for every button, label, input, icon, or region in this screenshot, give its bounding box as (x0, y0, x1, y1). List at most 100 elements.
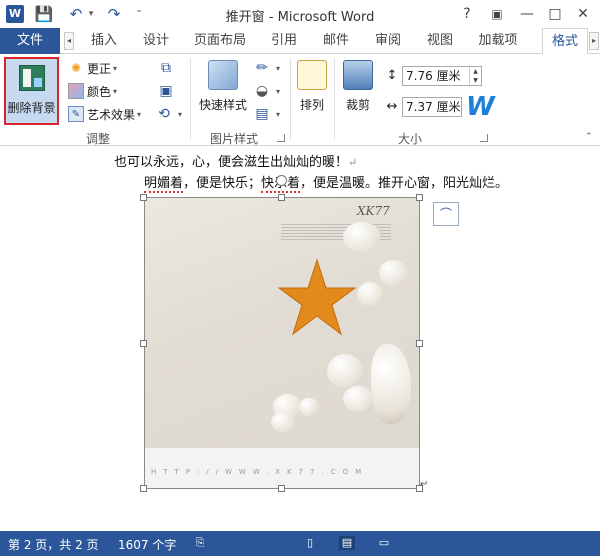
quick-styles-label: 快速样式 (198, 98, 247, 112)
status-bar: 第 2 页，共 2 页 1607 个字 ⎘ ▯ ▤ ▭ (0, 531, 600, 556)
dialog-launcher-icon[interactable] (480, 134, 488, 142)
picture-border-icon[interactable]: ✏ (252, 58, 272, 78)
document-line-2: 明媚着，便是快乐；快乐着，便是温暖。推开心窗，阳光灿烂。 (144, 172, 509, 193)
tab-references[interactable]: 引用 (266, 28, 302, 54)
tab-page-layout[interactable]: 页面布局 (188, 28, 252, 54)
tab-format[interactable]: 格式 (542, 28, 588, 55)
resize-handle[interactable] (140, 194, 147, 201)
resize-handle[interactable] (416, 340, 423, 347)
collapse-ribbon-icon[interactable]: ⌃ (585, 132, 593, 142)
undo-dropdown-icon[interactable]: ▾ (86, 4, 96, 24)
document-line-1-text: 也可以永远，心，便会滋生出灿灿的暖！ (114, 155, 349, 170)
group-separator (190, 58, 191, 140)
spelling-error-text[interactable]: 明媚着 (144, 176, 184, 193)
shape-height-field[interactable]: 7.76 厘米 ▲ ▼ (402, 66, 482, 86)
corrections-button[interactable]: ✺ 更正 ▾ (68, 58, 117, 78)
anchor-icon: ↵ (420, 479, 429, 490)
read-mode-icon[interactable]: ▯ (302, 536, 318, 550)
resize-handle[interactable] (278, 485, 285, 492)
tab-review[interactable]: 审阅 (370, 28, 406, 54)
shell-icon (357, 282, 383, 306)
picture-layout-icon[interactable]: ▤ (252, 104, 272, 124)
remove-background-button[interactable]: 删除背景 (4, 57, 59, 125)
word-count[interactable]: 1607 个字 (118, 536, 176, 553)
maximize-button[interactable]: □ (544, 4, 566, 24)
tab-view[interactable]: 视图 (422, 28, 458, 54)
selected-picture[interactable]: XK77 HTTP://WWW.XK77.COM (144, 197, 420, 489)
word-logo-icon[interactable]: W (6, 5, 24, 23)
tab-addins[interactable]: 加载项 (472, 28, 524, 54)
group-separator (290, 58, 291, 140)
corrections-label: 更正 (87, 61, 112, 76)
shell-icon (379, 260, 407, 286)
shape-width-value: 7.37 厘米 (406, 100, 461, 114)
artistic-effects-icon: ✎ (68, 106, 84, 122)
close-button[interactable]: ✕ (572, 4, 594, 24)
tab-insert[interactable]: 插入 (84, 28, 124, 54)
chevron-down-icon[interactable]: ▾ (276, 64, 280, 73)
crop-button[interactable]: 裁剪 (340, 60, 376, 126)
picture-effects-icon[interactable]: ◒ (252, 81, 272, 101)
resize-handle[interactable] (416, 194, 423, 201)
group-separator (334, 58, 335, 140)
picture-styles-group-label: 图片样式 (209, 132, 258, 146)
chevron-down-icon[interactable]: ▾ (178, 110, 182, 119)
help-button[interactable]: ? (456, 4, 478, 24)
resize-handle[interactable] (140, 340, 147, 347)
shell-icon (299, 398, 319, 416)
title-bar: W 💾 ↶ ▾ ↷ ⁼ 推开窗 - Microsoft Word ? ▣ — □… (0, 0, 600, 28)
conch-shell-icon (371, 344, 411, 424)
tab-design[interactable]: 设计 (136, 28, 176, 54)
document-text: ，便是快乐； (183, 176, 262, 191)
tab-scroll-right-icon[interactable]: ▸ (589, 32, 599, 50)
artistic-effects-button[interactable]: ✎ 艺术效果 ▾ (68, 104, 141, 124)
watermark-logo-icon: W (466, 92, 495, 122)
change-picture-icon[interactable]: ▣ (156, 81, 176, 101)
resize-handle[interactable] (278, 194, 285, 201)
document-text: ，便是温暖。推开心窗，阳光灿烂。 (300, 176, 509, 191)
document-area[interactable]: 也可以永远，心，便会滋生出灿灿的暖！↵ 明媚着，便是快乐；快乐着，便是温暖。推开… (0, 147, 600, 531)
crop-label: 裁剪 (345, 98, 370, 112)
layout-options-icon[interactable]: ⌒ (433, 202, 459, 226)
tab-scroll-left-icon[interactable]: ◂ (64, 32, 74, 50)
ribbon: 删除背景 ✺ 更正 ▾ 颜色 ▾ ✎ 艺术效果 ▾ ⧉ ▣ ⟲ ▾ 调整 快速样… (0, 54, 600, 146)
color-label: 颜色 (87, 84, 112, 99)
save-icon[interactable]: 💾 (32, 4, 56, 24)
ribbon-display-options-button[interactable]: ▣ (486, 4, 508, 24)
chevron-down-icon[interactable]: ▾ (276, 110, 280, 119)
shape-height-value: 7.76 厘米 (406, 69, 461, 83)
web-layout-icon[interactable]: ▭ (376, 536, 392, 550)
remove-background-label: 删除背景 (7, 101, 56, 115)
sun-icon: ✺ (70, 61, 82, 75)
adjust-group-label: 调整 (85, 132, 110, 146)
tab-file[interactable]: 文件 (0, 28, 60, 54)
resize-handle[interactable] (140, 485, 147, 492)
minimize-button[interactable]: — (516, 4, 538, 24)
page-count[interactable]: 第 2 页，共 2 页 (8, 536, 99, 553)
reset-picture-icon[interactable]: ⟲ (154, 104, 174, 124)
shell-icon (271, 412, 295, 432)
quick-styles-button[interactable]: 快速样式 (196, 60, 250, 126)
picture-brand-text: XK77 (357, 204, 390, 218)
proofing-icon[interactable]: ⎘ (192, 536, 208, 550)
color-palette-icon (68, 83, 84, 99)
height-spinner[interactable]: ▲ ▼ (469, 67, 481, 85)
document-line-1: 也可以永远，心，便会滋生出灿灿的暖！↵ (114, 151, 357, 170)
ribbon-tabs: 文件 ◂ 插入 设计 页面布局 引用 邮件 审阅 视图 加载项 格式 ▸ (0, 28, 600, 55)
customize-qat-icon[interactable]: ⁼ (132, 4, 146, 24)
chevron-down-icon[interactable]: ▾ (276, 87, 280, 96)
shell-icon (343, 386, 373, 412)
arrange-button[interactable]: 排列 (296, 60, 328, 126)
rotate-handle-icon[interactable] (276, 175, 287, 186)
print-layout-icon[interactable]: ▤ (339, 536, 355, 550)
color-button[interactable]: 颜色 ▾ (68, 81, 117, 101)
dialog-launcher-icon[interactable] (277, 134, 285, 142)
undo-icon[interactable]: ↶ (66, 4, 86, 24)
redo-icon[interactable]: ↷ (104, 4, 124, 24)
shape-width-field[interactable]: 7.37 厘米 (402, 97, 462, 117)
starfish-icon (277, 258, 357, 338)
compress-pictures-icon[interactable]: ⧉ (156, 58, 176, 78)
tab-mailings[interactable]: 邮件 (318, 28, 354, 54)
picture-url-text: HTTP://WWW.XK77.COM (151, 468, 369, 476)
chevron-down-icon: ▾ (113, 63, 118, 73)
